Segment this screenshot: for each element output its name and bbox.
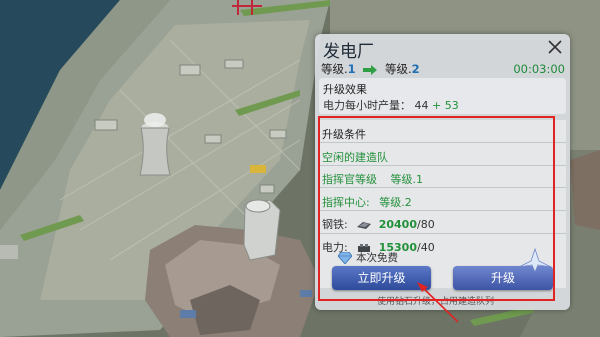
commander-level-value: 1 — [416, 173, 423, 186]
free-note: 本次免费 — [338, 250, 398, 265]
current-level-value: 1 — [347, 62, 356, 76]
upgrade-now-button[interactable]: 立即升级 — [332, 266, 431, 290]
effect-base: 44 — [414, 99, 429, 112]
center-label: 指挥中心: — [322, 196, 370, 209]
arrow-right-icon — [363, 64, 378, 75]
condition-commander: 指挥官等级 等级.1 — [322, 171, 423, 187]
divider — [319, 210, 566, 211]
power-need: /40 — [417, 241, 435, 254]
center-level-label: 等级. — [379, 196, 405, 209]
effect-label: 电力每小时产量： — [323, 99, 411, 112]
next-level-label: 等级. — [384, 62, 412, 76]
wing-emblem-icon — [518, 247, 552, 273]
conditions-heading: 升级条件 — [322, 128, 366, 141]
condition-steel: 钢铁: 20400/80 — [322, 216, 435, 232]
condition-command-center: 指挥中心: 等级.2 — [322, 194, 412, 210]
condition-builder: 空闲的建造队 — [322, 151, 388, 164]
center-level-value: 2 — [404, 196, 412, 209]
divider — [319, 187, 566, 188]
upgrade-hint: 使用钻石升级，占用建造队列 — [377, 297, 495, 307]
upgrade-effect-section: 升级效果 电力每小时产量： 44 + 53 — [319, 78, 566, 114]
divider — [319, 233, 566, 234]
steel-have: 20400 — [378, 218, 417, 231]
current-level-label: 等级. — [321, 62, 348, 76]
commander-level-label: 等级. — [390, 173, 417, 186]
free-note-text: 本次免费 — [356, 252, 398, 264]
steel-icon — [357, 222, 372, 229]
level-change: 等级.1 等级.2 — [321, 61, 420, 77]
commander-label: 指挥官等级 — [322, 173, 377, 186]
effect-heading: 升级效果 — [323, 83, 367, 96]
close-icon[interactable] — [546, 38, 564, 56]
divider — [319, 142, 566, 143]
effect-bonus: 53 — [444, 99, 459, 112]
divider — [319, 165, 566, 166]
steel-need: /80 — [417, 218, 435, 231]
effect-plus: + — [432, 99, 442, 112]
effect-value: 电力每小时产量： 44 + 53 — [323, 97, 459, 113]
next-level-value: 2 — [411, 62, 420, 76]
diamond-icon — [338, 252, 352, 264]
panel-title: 发电厂 — [323, 42, 374, 62]
upgrade-timer: 00:03:00 — [513, 62, 565, 76]
steel-label: 钢铁: — [322, 218, 348, 231]
